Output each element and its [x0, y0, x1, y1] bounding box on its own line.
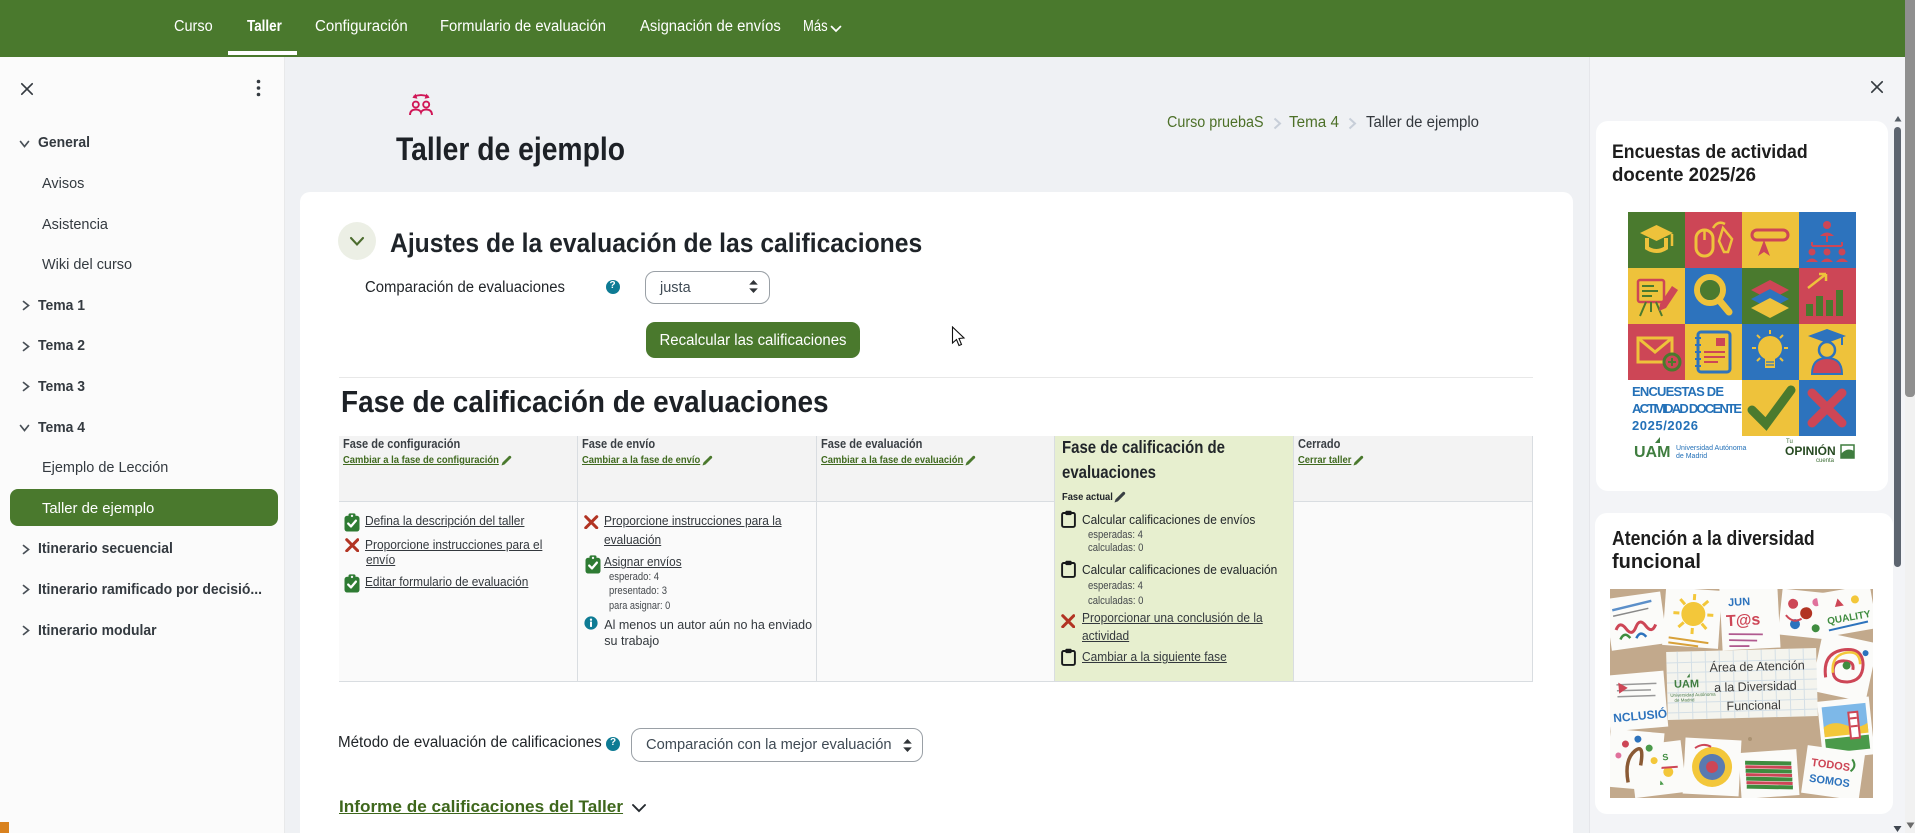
svg-text:OPINIÓN: OPINIÓN — [1785, 443, 1836, 458]
svg-text:JUN: JUN — [1728, 596, 1751, 609]
svg-text:cuenta: cuenta — [1816, 458, 1835, 462]
svg-text:UAM: UAM — [1674, 678, 1699, 691]
svg-text:2025/2026: 2025/2026 — [1632, 418, 1698, 433]
svg-text:ENCUESTAS DE: ENCUESTAS DE — [1632, 384, 1724, 399]
svg-text:T@s: T@s — [1726, 611, 1761, 630]
svg-text:a la Diversidad: a la Diversidad — [1714, 679, 1797, 695]
svg-text:ACTIVIDAD DOCENTE: ACTIVIDAD DOCENTE — [1632, 401, 1742, 416]
svg-text:Funcional: Funcional — [1726, 698, 1781, 713]
svg-text:de Madrid: de Madrid — [1676, 453, 1707, 460]
svg-text:de Madrid: de Madrid — [1674, 697, 1695, 703]
svg-text:Universidad Autónoma: Universidad Autónoma — [1676, 445, 1747, 452]
svg-text:Área de Atención: Área de Atención — [1709, 657, 1805, 674]
svg-text:UAM: UAM — [1634, 444, 1670, 461]
